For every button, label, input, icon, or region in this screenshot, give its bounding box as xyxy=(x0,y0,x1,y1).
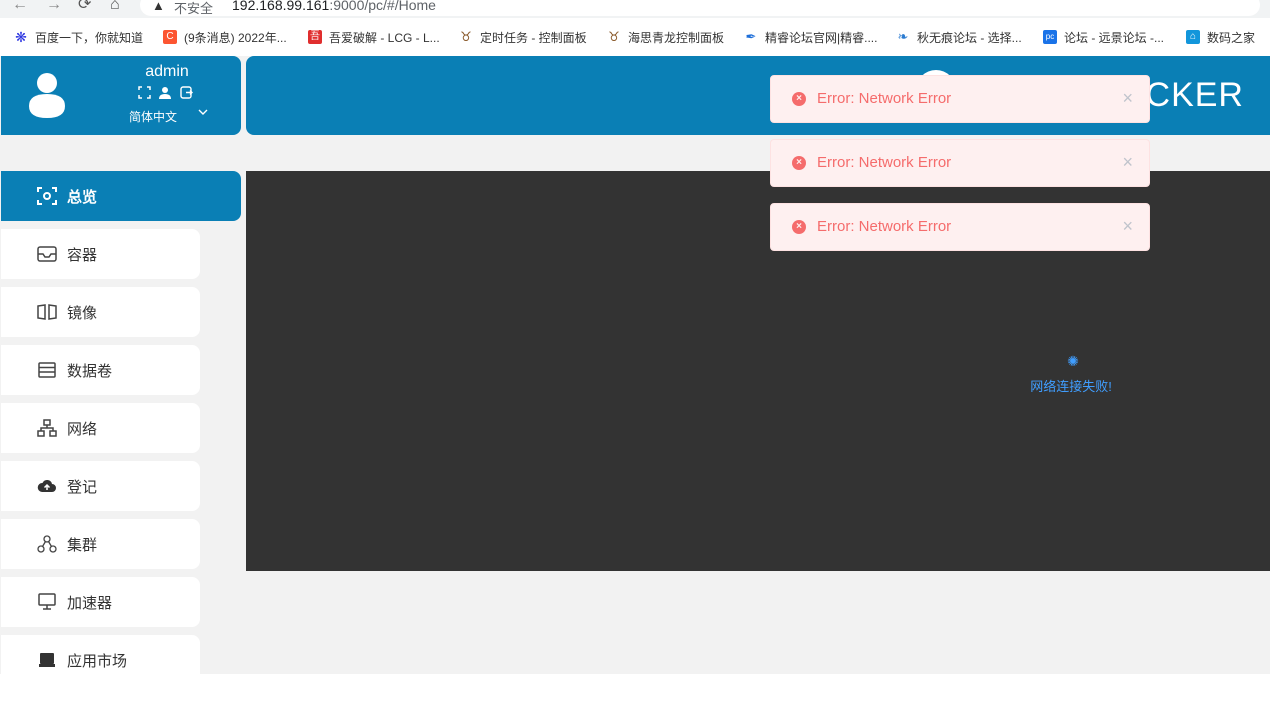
sidebar-item-app-market[interactable]: 应用市场 xyxy=(1,635,200,674)
bookmark-pcbeta[interactable]: pc 论坛 - 远景论坛 -... xyxy=(1043,28,1164,46)
bull-icon: ♉ xyxy=(608,29,620,44)
address-bar[interactable]: ▲ 不安全 192.168.99.161:9000/pc/#/Home xyxy=(140,0,1260,16)
error-toast: × Error: Network Error × xyxy=(770,203,1150,251)
loading-spinner-icon: ✺ xyxy=(1067,353,1079,369)
page-bottom-area xyxy=(0,674,1270,704)
bull-icon: ♉ xyxy=(460,29,472,44)
username: admin xyxy=(145,63,189,80)
pc-icon: pc xyxy=(1043,30,1057,44)
toast-message: Error: Network Error xyxy=(817,154,952,171)
sidebar-item-volumes[interactable]: 数据卷 xyxy=(1,345,200,395)
book-open-icon xyxy=(37,302,57,322)
sidebar-item-label: 容器 xyxy=(67,246,98,264)
sidebar-item-cluster[interactable]: 集群 xyxy=(1,519,200,569)
error-toast: × Error: Network Error × xyxy=(770,75,1150,123)
bookmark-jingrui[interactable]: ✒ 精睿论坛官网|精睿.... xyxy=(744,28,878,46)
list-icon xyxy=(37,360,57,380)
bookmark-mydigit[interactable]: ⌂ 数码之家 xyxy=(1186,28,1255,46)
monitor-icon xyxy=(37,592,57,612)
error-circle-icon: × xyxy=(792,156,806,170)
fullscreen-icon[interactable] xyxy=(137,85,151,99)
sidebar-item-images[interactable]: 镜像 xyxy=(1,287,200,337)
browser-toolbar: ← → ⟳ ⌂ ▲ 不安全 192.168.99.161:9000/pc/#/H… xyxy=(0,0,1270,18)
sidebar-item-accelerator[interactable]: 加速器 xyxy=(1,577,200,627)
toast-message: Error: Network Error xyxy=(817,90,952,107)
logout-icon[interactable] xyxy=(179,85,193,99)
sidebar-item-overview[interactable]: 总览 xyxy=(1,171,241,221)
sidebar-item-label: 总览 xyxy=(67,188,98,206)
avatar xyxy=(29,73,65,118)
52pojie-icon: 吾 xyxy=(308,30,322,44)
paw-icon: ❋ xyxy=(15,29,27,45)
chevron-down-icon[interactable] xyxy=(197,106,209,121)
sidebar-item-label: 应用市场 xyxy=(67,652,128,670)
leaf-icon: ❧ xyxy=(897,29,909,44)
cloud-upload-icon xyxy=(37,476,57,496)
close-icon[interactable]: × xyxy=(1122,152,1133,172)
bookmark-qinglong[interactable]: ♉ 海思青龙控制面板 xyxy=(607,28,724,46)
home-icon[interactable]: ⌂ xyxy=(110,0,120,14)
network-icon xyxy=(37,418,57,438)
loading-text: 网络连接失败! xyxy=(1030,379,1112,394)
warning-icon[interactable]: ▲ xyxy=(152,0,165,13)
store-icon xyxy=(37,650,57,670)
reload-icon[interactable]: ⟳ xyxy=(78,0,91,14)
user-tools xyxy=(137,85,193,99)
sidebar-item-label: 集群 xyxy=(67,536,98,554)
sidebar-item-label: 数据卷 xyxy=(67,362,113,380)
language-select[interactable]: 简体中文 xyxy=(129,108,177,125)
toast-message: Error: Network Error xyxy=(817,218,952,235)
back-arrow-icon[interactable]: ← xyxy=(12,0,28,14)
sidebar-item-label: 镜像 xyxy=(67,304,98,322)
security-label[interactable]: 不安全 xyxy=(174,0,213,17)
forward-arrow-icon[interactable]: → xyxy=(46,0,62,14)
error-toast: × Error: Network Error × xyxy=(770,139,1150,187)
user-settings-icon[interactable] xyxy=(158,85,172,99)
url-text[interactable]: 192.168.99.161:9000/pc/#/Home xyxy=(232,0,436,13)
close-icon[interactable]: × xyxy=(1122,216,1133,236)
house-icon: ⌂ xyxy=(1186,30,1200,44)
bookmark-baidu[interactable]: ❋ 百度一下，你就知道 xyxy=(14,28,143,46)
bookmarks-bar: ❋ 百度一下，你就知道 C (9条消息) 2022年... 吾吾爱破解 - LCG … xyxy=(0,18,1270,57)
eye-scan-icon xyxy=(37,186,57,206)
error-circle-icon: × xyxy=(792,220,806,234)
bookmark-csdn[interactable]: C (9条消息) 2022年... xyxy=(163,28,287,46)
sidebar-item-registry[interactable]: 登记 xyxy=(1,461,200,511)
sidebar-item-label: 网络 xyxy=(67,420,98,438)
sidebar-item-label: 加速器 xyxy=(67,594,113,612)
sidebar-item-label: 登记 xyxy=(67,478,98,496)
close-icon[interactable]: × xyxy=(1122,88,1133,108)
bookmark-qiuwuhen[interactable]: ❧ 秋无痕论坛 - 选择... xyxy=(896,28,1022,46)
sidebar-item-network[interactable]: 网络 xyxy=(1,403,200,453)
inbox-icon xyxy=(37,244,57,264)
error-circle-icon: × xyxy=(792,92,806,106)
sidebar-item-containers[interactable]: 容器 xyxy=(1,229,200,279)
cluster-icon xyxy=(37,534,57,554)
bookmark-52pojie[interactable]: 吾吾爱破解 - LCG - L... xyxy=(308,28,440,46)
feather-icon: ✒ xyxy=(745,29,757,44)
csdn-icon: C xyxy=(163,30,177,44)
bookmark-cron[interactable]: ♉ 定时任务 - 控制面板 xyxy=(459,28,587,46)
app-root: admin 简体中文 OCKER 总览 容器 镜像 数据卷 网络 登记 集群 加… xyxy=(0,56,1270,674)
user-card: admin 简体中文 xyxy=(1,56,241,135)
